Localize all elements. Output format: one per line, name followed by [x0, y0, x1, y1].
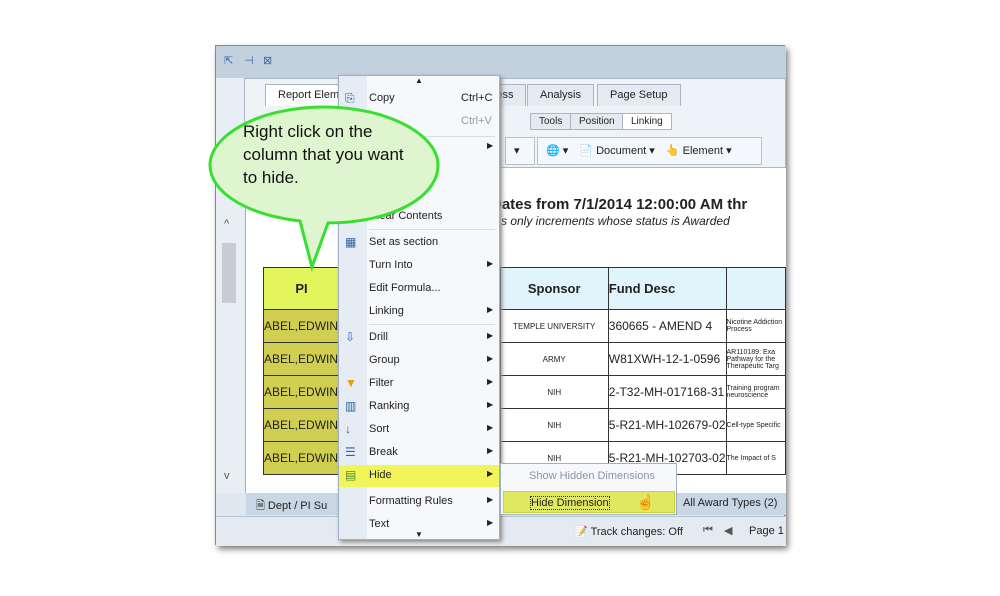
fund-cell[interactable]: 2-T32-MH-017168-31: [607, 375, 727, 409]
menu-item-linking[interactable]: Linking ▶: [339, 301, 499, 323]
toolbar-dropdown[interactable]: ▾: [505, 137, 535, 165]
ranking-icon: ▥: [345, 399, 357, 413]
sponsor-cell[interactable]: TEMPLE UNIVERSITY: [499, 309, 609, 343]
desc-cell[interactable]: The Impact of S: [725, 441, 787, 475]
fund-cell[interactable]: 5-R21-MH-102679-02: [607, 408, 727, 442]
prev-page-icon[interactable]: ◀: [724, 524, 732, 537]
title-bar: ⇱ ⊣ ⊠: [216, 46, 786, 78]
menu-item-filter[interactable]: ▼ Filter ▶: [339, 373, 499, 395]
column-header-sponsor[interactable]: Sponsor: [499, 267, 609, 310]
report-tab-dept-pi[interactable]: 🗎 Dept / PI Su: [256, 497, 327, 516]
scroll-down-icon[interactable]: v: [224, 470, 230, 482]
pi-cell[interactable]: ABEL,EDWIN: [263, 342, 340, 376]
menu-scroll-up-icon[interactable]: ▲: [415, 76, 423, 85]
pi-cell[interactable]: ABEL,EDWIN: [263, 441, 340, 475]
menu-item-drill[interactable]: ⇩ Drill ▶: [339, 327, 499, 349]
desc-cell[interactable]: AR110189: Exa Pathway for the Therapeuti…: [725, 342, 787, 376]
menu-item-break[interactable]: ☰ Break ▶: [339, 442, 499, 464]
linking-toolbar: 🌐 ▾ 📄 Document ▾ 👆 Element ▾: [537, 137, 762, 165]
status-bar: 📝 Track changes: Off ⏮ ◀ Page 1: [216, 516, 786, 546]
submenu-hide-dimension[interactable]: Hide Dimension ☝: [503, 491, 675, 513]
hyperlink-icon[interactable]: 🌐 ▾: [546, 145, 568, 157]
hide-submenu: Show Hidden Dimensions Hide Dimension ☝: [500, 463, 677, 515]
sponsor-cell[interactable]: ARMY: [499, 342, 609, 376]
menu-item-formatting-rules[interactable]: Formatting Rules ▶: [339, 491, 499, 513]
sort-icon: ↓: [345, 422, 351, 436]
tab-analysis[interactable]: Analysis: [527, 84, 594, 106]
first-page-icon[interactable]: ⏮: [703, 524, 713, 537]
column-header-pi[interactable]: PI: [263, 267, 340, 310]
pi-cell[interactable]: ABEL,EDWIN: [263, 309, 340, 343]
tab-page-setup[interactable]: Page Setup: [597, 84, 681, 106]
subtab-tools[interactable]: Tools: [530, 113, 572, 130]
track-changes[interactable]: 📝 Track changes: Off: [574, 525, 683, 538]
report-tab-all-award-types[interactable]: All Award Types (2): [683, 497, 777, 509]
menu-item-hide[interactable]: ▤ Hide ▶: [339, 465, 499, 487]
menu-item-edit-formula[interactable]: Edit Formula...: [339, 278, 499, 300]
column-header-fund-desc[interactable]: Fund Desc: [607, 267, 727, 310]
sponsor-cell[interactable]: NIH: [499, 408, 609, 442]
desc-cell[interactable]: Training program neuroscience: [725, 375, 787, 409]
menu-item-ranking[interactable]: ▥ Ranking ▶: [339, 396, 499, 418]
filter-icon: ▼: [345, 376, 357, 390]
sponsor-cell[interactable]: NIH: [499, 375, 609, 409]
drill-icon: ⇩: [345, 330, 356, 344]
report-subtitle: s only increments whose status is Awarde…: [501, 214, 730, 228]
close-icon[interactable]: ⊠: [263, 54, 277, 67]
pi-cell[interactable]: ABEL,EDWIN: [263, 408, 340, 442]
callout-text: Right click on the column that you want …: [243, 122, 404, 187]
break-icon: ☰: [345, 445, 356, 459]
fund-cell[interactable]: 360665 - AMEND 4: [607, 309, 727, 343]
pin-icon[interactable]: ⊣: [244, 54, 258, 67]
document-button[interactable]: 📄 Document ▾: [579, 145, 654, 157]
hand-cursor-icon: ☝: [636, 494, 655, 511]
element-button[interactable]: 👆 Element ▾: [666, 145, 732, 157]
column-header-desc[interactable]: [725, 267, 787, 310]
desc-cell[interactable]: Nicotine Addiction Process: [725, 309, 787, 343]
menu-scroll-down-icon[interactable]: ▼: [415, 530, 423, 539]
menu-item-sort[interactable]: ↓ Sort ▶: [339, 419, 499, 441]
subtab-linking[interactable]: Linking: [622, 113, 672, 130]
menu-item-group[interactable]: Group ▶: [339, 350, 499, 372]
desc-cell[interactable]: Cell-type Specific: [725, 408, 787, 442]
submenu-show-hidden-dimensions[interactable]: Show Hidden Dimensions: [529, 470, 655, 482]
restore-icon[interactable]: ⇱: [224, 54, 238, 67]
report-title: Dates from 7/1/2014 12:00:00 AM thr: [491, 196, 748, 213]
page-indicator: Page 1: [749, 525, 784, 537]
hide-icon: ▤: [345, 468, 357, 482]
subtab-position[interactable]: Position: [570, 113, 624, 130]
pi-cell[interactable]: ABEL,EDWIN: [263, 375, 340, 409]
fund-cell[interactable]: W81XWH-12-1-0596: [607, 342, 727, 376]
